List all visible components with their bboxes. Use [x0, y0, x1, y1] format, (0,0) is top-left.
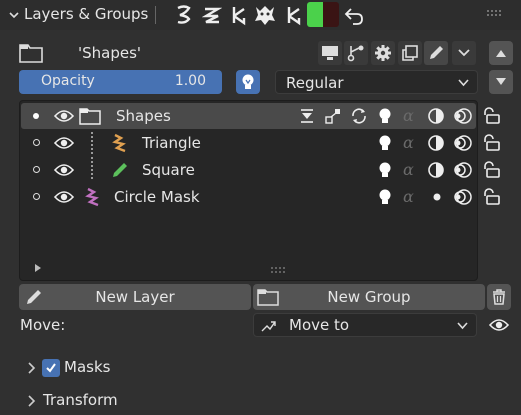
- folder-icon: [79, 105, 101, 127]
- header-divider: [155, 6, 156, 24]
- merge-down-icon[interactable]: [296, 105, 318, 127]
- mask-stroke-icon: [81, 186, 103, 208]
- opacity-value: 1.00: [174, 73, 206, 89]
- new-layer-button[interactable]: New Layer: [19, 284, 251, 310]
- gear-icon[interactable]: [371, 41, 395, 65]
- tree-line: [91, 132, 93, 154]
- expand-triangle-icon[interactable]: [34, 264, 42, 272]
- header-bar: Layers & Groups: [0, 0, 521, 30]
- blend-mode-select[interactable]: Regular: [275, 70, 478, 94]
- masks-label: Masks: [64, 358, 111, 376]
- move-down-button[interactable]: [489, 70, 513, 94]
- dot-icon[interactable]: [426, 186, 448, 208]
- svg-text:α: α: [403, 109, 414, 123]
- panel-title[interactable]: Layers & Groups: [24, 5, 148, 23]
- alpha-icon[interactable]: α: [400, 159, 422, 181]
- lightbulb-icon[interactable]: [374, 186, 396, 208]
- tree-line: [91, 157, 93, 179]
- eye-icon[interactable]: [53, 159, 75, 181]
- monitor-icon[interactable]: [318, 41, 342, 65]
- move-to-select[interactable]: Move to: [253, 313, 477, 337]
- svg-text:α: α: [403, 190, 414, 204]
- lightbulb-icon[interactable]: [374, 132, 396, 154]
- list-item[interactable]: Triangle α: [21, 130, 476, 156]
- zigzag-icon[interactable]: [199, 2, 225, 28]
- masks-panel-header[interactable]: Masks: [28, 356, 228, 380]
- lock-open-icon[interactable]: [480, 105, 502, 127]
- onion-skin-icon[interactable]: [426, 105, 448, 127]
- lightbulb-icon[interactable]: [374, 159, 396, 181]
- alpha-icon[interactable]: α: [400, 186, 422, 208]
- layer-name[interactable]: Shapes: [116, 107, 171, 125]
- chevron-down-icon[interactable]: [6, 5, 22, 25]
- alpha-icon[interactable]: α: [400, 105, 422, 127]
- transform-label: Transform: [43, 391, 118, 409]
- inactive-dot-icon: [33, 139, 40, 146]
- new-group-label: New Group: [327, 288, 411, 306]
- alpha-icon[interactable]: α: [400, 132, 422, 154]
- new-group-button[interactable]: New Group: [253, 284, 485, 310]
- move-arrow-icon: [260, 317, 278, 335]
- k-icon[interactable]: [226, 2, 252, 28]
- chevron-down-icon: [457, 322, 468, 330]
- svg-text:α: α: [403, 136, 414, 150]
- chevron-down-icon: [458, 79, 469, 87]
- eye-icon[interactable]: [53, 132, 75, 154]
- move-to-value: Move to: [289, 316, 350, 334]
- sync-icon[interactable]: [348, 105, 370, 127]
- layer-name-label[interactable]: 'Shapes': [78, 44, 141, 62]
- onion-layers-icon[interactable]: [452, 186, 474, 208]
- onion-layers-icon[interactable]: [452, 132, 474, 154]
- list-item[interactable]: Square α: [21, 157, 476, 183]
- opacity-slider[interactable]: Opacity 1.00: [19, 70, 222, 94]
- eye-icon[interactable]: [53, 186, 75, 208]
- hook-s-icon[interactable]: [171, 2, 197, 28]
- chevron-down-icon[interactable]: [452, 41, 476, 65]
- trash-icon[interactable]: [487, 284, 511, 310]
- relations-icon[interactable]: [322, 105, 344, 127]
- chevron-right-icon[interactable]: [28, 395, 36, 407]
- eye-icon[interactable]: [53, 105, 75, 127]
- eye-icon[interactable]: [487, 313, 511, 337]
- stroke-icon: [109, 132, 131, 154]
- active-dot-icon: [33, 113, 39, 119]
- monster-icon[interactable]: [252, 2, 278, 28]
- transform-panel-header[interactable]: Transform: [28, 389, 228, 413]
- list-item[interactable]: Circle Mask α: [21, 184, 476, 210]
- copy-icon[interactable]: [398, 41, 422, 65]
- onion-layers-icon[interactable]: [452, 105, 474, 127]
- drag-handle-icon[interactable]: [487, 10, 501, 16]
- chevron-right-icon[interactable]: [28, 362, 36, 374]
- lock-open-icon[interactable]: [480, 186, 502, 208]
- color-swatch-icon[interactable]: [307, 2, 339, 27]
- lock-open-icon[interactable]: [480, 132, 502, 154]
- onion-skin-icon[interactable]: [426, 159, 448, 181]
- lightbulb-icon[interactable]: [236, 70, 260, 94]
- masks-checkbox[interactable]: [42, 359, 60, 377]
- move-label: Move:: [20, 316, 66, 334]
- inactive-dot-icon: [33, 193, 40, 200]
- move-up-button[interactable]: [489, 41, 513, 65]
- new-layer-label: New Layer: [95, 288, 175, 306]
- node-tree-icon[interactable]: [344, 41, 368, 65]
- lightbulb-icon[interactable]: [374, 105, 396, 127]
- pencil-icon[interactable]: [424, 41, 448, 65]
- inactive-dot-icon: [33, 166, 40, 173]
- folder-icon: [19, 42, 43, 64]
- list-item[interactable]: Shapes α: [21, 103, 476, 129]
- layer-name[interactable]: Circle Mask: [114, 188, 200, 206]
- onion-layers-icon[interactable]: [452, 159, 474, 181]
- undo-arrow-icon[interactable]: [341, 2, 367, 28]
- svg-text:α: α: [403, 163, 414, 177]
- k-icon[interactable]: [281, 2, 307, 28]
- onion-skin-icon[interactable]: [426, 132, 448, 154]
- layer-name[interactable]: Triangle: [142, 134, 201, 152]
- pencil-icon: [109, 159, 131, 181]
- lock-open-icon[interactable]: [480, 159, 502, 181]
- list-resize-handle-icon[interactable]: [271, 267, 287, 273]
- layer-name[interactable]: Square: [142, 161, 195, 179]
- opacity-label: Opacity: [41, 73, 95, 89]
- blend-mode-value: Regular: [286, 74, 344, 92]
